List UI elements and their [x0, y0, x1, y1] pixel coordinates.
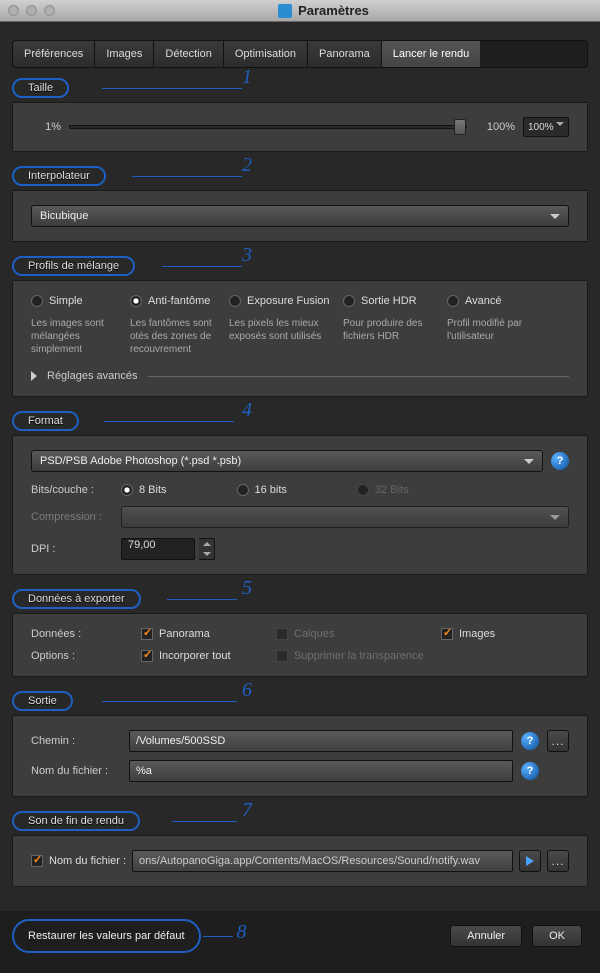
check-incorporer[interactable]: Incorporer tout: [141, 650, 276, 662]
check-panorama[interactable]: Panorama: [141, 628, 276, 640]
callout-number: 3: [242, 244, 252, 267]
callout-number: 8: [237, 921, 247, 944]
ellipsis-icon: ...: [551, 734, 564, 748]
compression-label: Compression :: [31, 511, 121, 523]
panel-output: Chemin : ? ... Nom du fichier : ?: [12, 715, 588, 797]
callout-number: 2: [242, 154, 252, 177]
callout-line: [167, 599, 237, 600]
callout-line: [162, 266, 242, 267]
check-transparency: Supprimer la transparence: [276, 650, 569, 662]
traffic-lights[interactable]: [8, 5, 55, 16]
callout-number: 5: [242, 577, 252, 600]
panel-taille: 1% 100% 100%: [12, 102, 588, 152]
dpi-input[interactable]: 79,00: [121, 538, 195, 560]
advanced-settings-toggle[interactable]: Réglages avancés: [31, 370, 569, 382]
callout-line: [102, 701, 237, 702]
tab-detection[interactable]: Détection: [154, 41, 223, 67]
slider-max-label: 100%: [475, 121, 515, 133]
tab-render[interactable]: Lancer le rendu: [382, 41, 480, 67]
tab-preferences[interactable]: Préférences: [13, 41, 95, 67]
footer-bar: Restaurer les valeurs par défaut 8 Annul…: [0, 911, 600, 973]
bits-radio-8[interactable]: 8 Bits: [121, 484, 167, 496]
bits-radio-16[interactable]: 16 bits: [237, 484, 287, 496]
bits-label: Bits/couche :: [31, 484, 121, 496]
section-label-taille: Taille: [12, 78, 69, 98]
panel-format: PSD/PSB Adobe Photoshop (*.psd *.psb) ? …: [12, 435, 588, 575]
callout-line: [102, 88, 242, 89]
filename-input[interactable]: [129, 760, 513, 782]
callout-line: [203, 936, 233, 937]
restore-defaults-button[interactable]: Restaurer les valeurs par défaut: [28, 925, 185, 947]
compression-select: [121, 506, 569, 528]
check-calques: Calques: [276, 628, 441, 640]
check-images[interactable]: Images: [441, 628, 569, 640]
help-icon[interactable]: ?: [521, 732, 539, 750]
blend-radio-simple[interactable]: Simple: [31, 295, 126, 307]
callout-line: [104, 421, 234, 422]
blend-radio-expfusion[interactable]: Exposure Fusion: [229, 295, 339, 307]
blend-radio-hdr[interactable]: Sortie HDR: [343, 295, 443, 307]
ok-button[interactable]: OK: [532, 925, 582, 947]
app-icon: [278, 4, 292, 18]
blend-desc: Les images sont mélangées simplement: [31, 317, 126, 356]
blend-desc: Les pixels les mieux exposés sont utilis…: [229, 317, 339, 356]
callout-line: [132, 176, 242, 177]
bits-radio-32: 32 Bits: [357, 484, 409, 496]
path-label: Chemin :: [31, 735, 121, 747]
section-label-blend: Profils de mélange: [12, 256, 135, 276]
callout-line: [172, 821, 237, 822]
tab-panorama[interactable]: Panorama: [308, 41, 382, 67]
play-sound-button[interactable]: [519, 850, 541, 872]
slider-min-label: 1%: [31, 121, 61, 133]
size-spinner[interactable]: 100%: [523, 117, 569, 137]
blend-desc: Profil modifié par l'utilisateur: [447, 317, 527, 356]
callout-number: 7: [242, 799, 252, 822]
section-label-export: Données à exporter: [12, 589, 141, 609]
close-window-icon[interactable]: [8, 5, 19, 16]
panel-blend: Simple Anti-fantôme Exposure Fusion Sort…: [12, 280, 588, 397]
main-panel: Préférences Images Détection Optimisatio…: [0, 22, 600, 911]
window-title: Paramètres: [55, 3, 592, 18]
help-icon[interactable]: ?: [551, 452, 569, 470]
callout-number: 6: [242, 679, 252, 702]
sound-path-input[interactable]: [132, 850, 513, 872]
callout-number: 4: [242, 399, 252, 422]
interpolator-select[interactable]: Bicubique: [31, 205, 569, 227]
blend-desc: Les fantômes sont otés des zones de reco…: [130, 317, 225, 356]
panel-sound: Nom du fichier : ...: [12, 835, 588, 887]
help-icon[interactable]: ?: [521, 762, 539, 780]
size-slider[interactable]: [69, 125, 467, 129]
panel-export: Données : Panorama Calques Images Option…: [12, 613, 588, 677]
blend-desc: Pour produire des fichiers HDR: [343, 317, 443, 356]
section-label-sound: Son de fin de rendu: [12, 811, 140, 831]
ellipsis-icon: ...: [551, 854, 564, 868]
minimize-window-icon[interactable]: [26, 5, 37, 16]
blend-radio-advanced[interactable]: Avancé: [447, 295, 527, 307]
options-label: Options :: [31, 650, 141, 662]
tab-optimisation[interactable]: Optimisation: [224, 41, 308, 67]
play-icon: [526, 856, 534, 866]
callout-number: 1: [242, 66, 252, 89]
section-label-interpolator: Interpolateur: [12, 166, 106, 186]
filename-label: Nom du fichier :: [31, 765, 121, 777]
data-label: Données :: [31, 628, 141, 640]
dpi-label: DPI :: [31, 543, 121, 555]
section-label-format: Format: [12, 411, 79, 431]
zoom-window-icon[interactable]: [44, 5, 55, 16]
tab-bar: Préférences Images Détection Optimisatio…: [12, 40, 588, 68]
browse-path-button[interactable]: ...: [547, 730, 569, 752]
check-sound-enable[interactable]: Nom du fichier :: [31, 855, 126, 867]
dpi-stepper[interactable]: [199, 538, 215, 560]
section-label-output: Sortie: [12, 691, 73, 711]
panel-interpolator: Bicubique: [12, 190, 588, 242]
window-titlebar: Paramètres: [0, 0, 600, 22]
path-input[interactable]: [129, 730, 513, 752]
disclosure-triangle-icon: [31, 371, 37, 381]
format-select[interactable]: PSD/PSB Adobe Photoshop (*.psd *.psb): [31, 450, 543, 472]
separator: [148, 376, 569, 377]
blend-radio-antighost[interactable]: Anti-fantôme: [130, 295, 225, 307]
tab-images[interactable]: Images: [95, 41, 154, 67]
browse-sound-button[interactable]: ...: [547, 850, 569, 872]
cancel-button[interactable]: Annuler: [450, 925, 522, 947]
